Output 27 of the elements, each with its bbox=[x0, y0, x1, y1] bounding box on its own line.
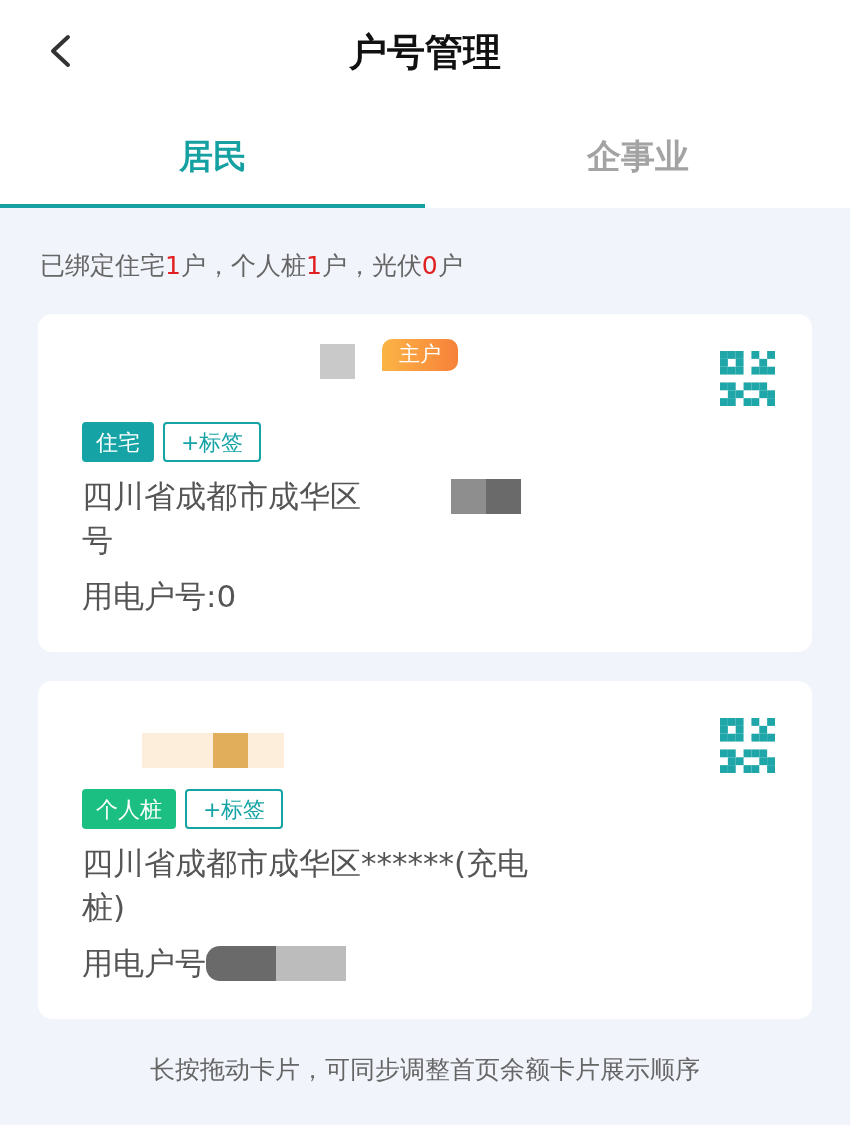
qr-code-icon[interactable] bbox=[720, 351, 775, 406]
account-card[interactable]: 个人桩 +标签 四川省成都市成华区******(充电 桩) 用电户号 bbox=[38, 681, 812, 1019]
tab[interactable]: 居民 bbox=[0, 105, 425, 208]
tab[interactable]: 企事业 bbox=[425, 105, 850, 208]
address-text: 桩) bbox=[82, 888, 126, 927]
footer-hint-text: 长按拖动卡片，可同步调整首页余额卡片展示顺序 bbox=[149, 1054, 701, 1086]
mosaic-block bbox=[320, 344, 355, 379]
type-tag: 个人桩 bbox=[82, 789, 176, 829]
address-text: 四川省成都市成华区 bbox=[82, 477, 361, 516]
account-number-label: 用电户号 bbox=[82, 944, 206, 983]
add-tag-button[interactable]: +标签 bbox=[163, 422, 262, 462]
mosaic-block bbox=[276, 945, 346, 981]
address-text: 四川省成都市成华区******(充电 bbox=[82, 844, 529, 883]
account-number-label: 用电户号:0 bbox=[82, 577, 237, 616]
mosaic-block bbox=[248, 733, 284, 768]
mosaic-block bbox=[451, 478, 486, 514]
address-text: 号 bbox=[82, 521, 113, 560]
binding-summary-text: 已绑定住宅1户，个人桩1户，光伏0户 bbox=[40, 250, 464, 282]
page-title: 户号管理 bbox=[349, 29, 501, 76]
account-card[interactable]: 主户 住宅 +标签 四川省成都市成华区 号 用电户号:0 bbox=[38, 314, 812, 652]
type-tag: 住宅 bbox=[82, 422, 154, 462]
mosaic-block bbox=[486, 478, 521, 514]
add-tag-button[interactable]: +标签 bbox=[185, 789, 284, 829]
mosaic-block bbox=[206, 945, 276, 981]
primary-badge: 主户 bbox=[382, 339, 458, 371]
back-icon[interactable] bbox=[49, 34, 71, 68]
qr-code-icon[interactable] bbox=[720, 718, 775, 773]
